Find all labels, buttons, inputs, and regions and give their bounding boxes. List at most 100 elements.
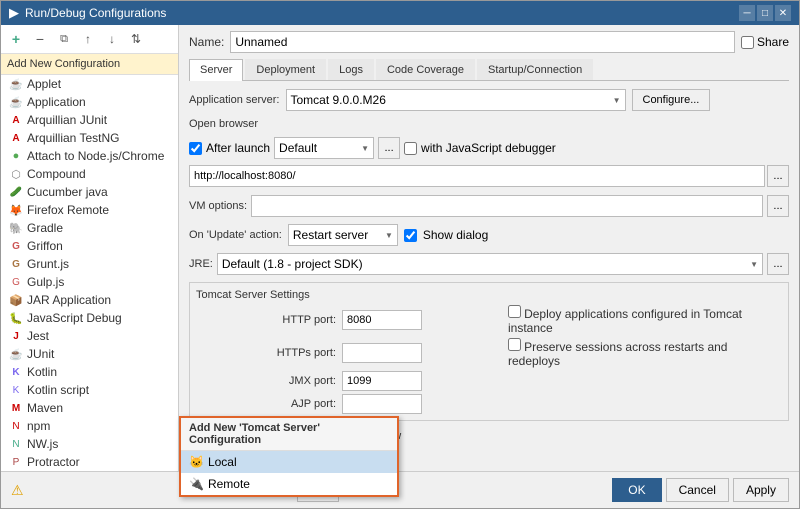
browser-arrow-icon: ▼ bbox=[361, 144, 369, 153]
jest-icon: J bbox=[9, 331, 23, 342]
after-launch-label: After launch bbox=[206, 141, 270, 155]
configure-button[interactable]: Configure... bbox=[632, 89, 711, 111]
url-input[interactable] bbox=[189, 165, 765, 187]
preserve-label-text: Preserve sessions across restarts and re… bbox=[508, 340, 727, 368]
move-down-button[interactable]: ↓ bbox=[101, 28, 123, 50]
list-item-kotlin[interactable]: K Kotlin bbox=[1, 363, 178, 381]
list-item-gradle[interactable]: 🐘 Gradle bbox=[1, 219, 178, 237]
restart-dropdown[interactable]: Restart server ▼ bbox=[288, 224, 398, 246]
minimize-button[interactable]: ─ bbox=[739, 5, 755, 21]
left-toolbar: + − ⧉ ↑ ↓ ⇅ bbox=[1, 25, 178, 54]
js-debugger-checkbox[interactable] bbox=[404, 142, 417, 155]
tab-code-coverage[interactable]: Code Coverage bbox=[376, 59, 475, 80]
list-item-maven[interactable]: M Maven bbox=[1, 399, 178, 417]
deploy-label-text: Deploy applications configured in Tomcat… bbox=[508, 307, 742, 335]
preserve-checkbox[interactable] bbox=[508, 338, 521, 351]
list-item-griffon[interactable]: G Griffon bbox=[1, 237, 178, 255]
list-item-arquillian-testng[interactable]: A Arquillian TestNG bbox=[1, 129, 178, 147]
list-item-firefox[interactable]: 🦊 Firefox Remote bbox=[1, 201, 178, 219]
tab-deployment[interactable]: Deployment bbox=[245, 59, 326, 80]
show-dialog-label: Show dialog bbox=[423, 228, 488, 242]
arquillian-junit-label: Arquillian JUnit bbox=[27, 113, 107, 127]
https-port-input[interactable] bbox=[342, 343, 422, 363]
list-item-nwjs[interactable]: N NW.js bbox=[1, 435, 178, 453]
browser-dropdown[interactable]: Default ▼ bbox=[274, 137, 374, 159]
tomcat-submenu: Add New 'Tomcat Server' Configuration 🐱 … bbox=[179, 416, 399, 497]
https-port-label: HTTPs port: bbox=[196, 347, 336, 359]
jar-label: JAR Application bbox=[27, 293, 111, 307]
after-launch-checkbox[interactable] bbox=[189, 142, 202, 155]
submenu-item-remote[interactable]: 🔌 Remote bbox=[181, 473, 397, 495]
list-item-cucumber[interactable]: 🥒 Cucumber java bbox=[1, 183, 178, 201]
jre-value: Default (1.8 - project SDK) bbox=[222, 257, 363, 271]
list-item-attach-node[interactable]: ● Attach to Node.js/Chrome bbox=[1, 147, 178, 165]
gulp-icon: G bbox=[9, 277, 23, 288]
list-item-jest[interactable]: J Jest bbox=[1, 327, 178, 345]
jre-dropdown[interactable]: Default (1.8 - project SDK) ▼ bbox=[217, 253, 763, 275]
app-server-value: Tomcat 9.0.0.M26 bbox=[291, 93, 386, 107]
ports-grid: HTTP port: Deploy applications configure… bbox=[196, 305, 782, 414]
firefox-icon: 🦊 bbox=[9, 204, 23, 217]
list-item-application[interactable]: ☕ Application bbox=[1, 93, 178, 111]
jre-label: JRE: bbox=[189, 258, 213, 270]
griffon-icon: G bbox=[9, 241, 23, 252]
add-config-button[interactable]: + bbox=[5, 28, 27, 50]
list-item-gulp[interactable]: G Gulp.js bbox=[1, 273, 178, 291]
jmx-port-input[interactable] bbox=[342, 371, 422, 391]
browser-ellipsis-button[interactable]: ... bbox=[378, 137, 400, 159]
arquillian-junit-icon: A bbox=[9, 115, 23, 126]
title-controls: ─ □ ✕ bbox=[739, 5, 791, 21]
name-label: Name: bbox=[189, 35, 224, 49]
local-server-icon: 🐱 bbox=[189, 455, 204, 469]
list-item-grunt[interactable]: G Grunt.js bbox=[1, 255, 178, 273]
sort-button[interactable]: ⇅ bbox=[125, 28, 147, 50]
on-update-label: On 'Update' action: bbox=[189, 229, 282, 241]
list-item-protractor[interactable]: P Protractor bbox=[1, 453, 178, 471]
ok-button[interactable]: OK bbox=[612, 478, 661, 502]
jre-ellipsis-button[interactable]: ... bbox=[767, 253, 789, 275]
grunt-icon: G bbox=[9, 259, 23, 270]
list-item-jar[interactable]: 📦 JAR Application bbox=[1, 291, 178, 309]
tab-logs[interactable]: Logs bbox=[328, 59, 374, 80]
copy-config-button[interactable]: ⧉ bbox=[53, 28, 75, 50]
remove-config-button[interactable]: − bbox=[29, 28, 51, 50]
cancel-button[interactable]: Cancel bbox=[666, 478, 729, 502]
maximize-button[interactable]: □ bbox=[757, 5, 773, 21]
move-up-button[interactable]: ↑ bbox=[77, 28, 99, 50]
apply-button[interactable]: Apply bbox=[733, 478, 789, 502]
list-item-arquillian-junit[interactable]: A Arquillian JUnit bbox=[1, 111, 178, 129]
restart-arrow-icon: ▼ bbox=[385, 231, 393, 240]
close-button[interactable]: ✕ bbox=[775, 5, 791, 21]
list-item-compound[interactable]: ⬡ Compound bbox=[1, 165, 178, 183]
share-checkbox[interactable] bbox=[741, 36, 754, 49]
name-input[interactable] bbox=[230, 31, 735, 53]
compound-label: Compound bbox=[27, 167, 86, 181]
title-bar: ▶ Run/Debug Configurations ─ □ ✕ bbox=[1, 1, 799, 25]
vm-options-input[interactable] bbox=[251, 195, 763, 217]
url-ellipsis-button[interactable]: ... bbox=[767, 165, 789, 187]
after-launch-row: After launch Default ▼ ... with JavaScri… bbox=[189, 137, 789, 159]
app-server-dropdown[interactable]: Tomcat 9.0.0.M26 ▼ bbox=[286, 89, 626, 111]
list-item-js-debug[interactable]: 🐛 JavaScript Debug bbox=[1, 309, 178, 327]
jmx-port-label: JMX port: bbox=[196, 375, 336, 387]
http-port-input[interactable] bbox=[342, 310, 422, 330]
name-row: Name: Share bbox=[189, 31, 789, 53]
list-item-npm[interactable]: N npm bbox=[1, 417, 178, 435]
tomcat-settings-title: Tomcat Server Settings bbox=[196, 289, 782, 301]
junit-label: JUnit bbox=[27, 347, 54, 361]
gradle-label: Gradle bbox=[27, 221, 63, 235]
deploy-checkbox[interactable] bbox=[508, 305, 521, 318]
list-item-junit[interactable]: ☕ JUnit bbox=[1, 345, 178, 363]
attach-node-label: Attach to Node.js/Chrome bbox=[27, 149, 164, 163]
list-item-applet[interactable]: ☕ Applet bbox=[1, 75, 178, 93]
tab-startup[interactable]: Startup/Connection bbox=[477, 59, 593, 80]
ajp-port-input[interactable] bbox=[342, 394, 422, 414]
restart-value: Restart server bbox=[293, 228, 368, 242]
show-dialog-checkbox[interactable] bbox=[404, 229, 417, 242]
submenu-item-local[interactable]: 🐱 Local bbox=[181, 451, 397, 473]
tab-server[interactable]: Server bbox=[189, 59, 243, 81]
vm-ellipsis-button[interactable]: ... bbox=[767, 195, 789, 217]
tabs-bar: Server Deployment Logs Code Coverage Sta… bbox=[189, 59, 789, 81]
dialog-icon: ▶ bbox=[9, 5, 19, 21]
list-item-kotlin-script[interactable]: K Kotlin script bbox=[1, 381, 178, 399]
